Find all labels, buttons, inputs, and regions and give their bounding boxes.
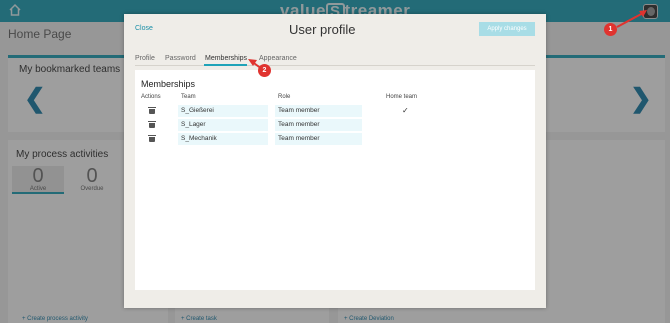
trash-icon[interactable]: [148, 135, 156, 142]
close-button[interactable]: Close: [135, 25, 153, 32]
team-cell: S_Gießerei: [178, 105, 268, 117]
apply-changes-button[interactable]: Apply changes: [479, 22, 535, 36]
trash-icon[interactable]: [148, 107, 156, 114]
table-row: S_Mechanik Team member: [135, 133, 535, 145]
memberships-title: Memberships: [141, 79, 196, 89]
tab-appearance[interactable]: Appearance: [259, 55, 297, 62]
column-header-role: Role: [278, 94, 291, 100]
user-profile-modal: Close User profile Apply changes Profile…: [124, 14, 546, 308]
home-team-check-icon[interactable]: ✓: [402, 105, 409, 117]
team-cell: S_Lager: [178, 119, 268, 131]
tab-memberships-label: Memberships: [205, 55, 248, 62]
column-header-actions: Actions: [141, 94, 161, 100]
profile-tabs: Profile Password Memberships Appearance: [135, 54, 535, 66]
column-header-home-team: Home team: [386, 94, 418, 100]
team-cell: S_Mechanik: [178, 133, 268, 145]
role-cell: Team member: [275, 133, 362, 145]
role-cell: Team member: [275, 105, 362, 117]
tab-memberships[interactable]: Memberships: [204, 55, 248, 66]
table-row: S_Gießerei Team member ✓: [135, 105, 535, 117]
role-cell: Team member: [275, 119, 362, 131]
modal-title: User profile: [289, 22, 356, 37]
trash-icon[interactable]: [148, 121, 156, 128]
tab-password[interactable]: Password: [165, 55, 196, 62]
annotation-marker-2: 2: [258, 64, 271, 77]
tab-profile[interactable]: Profile: [135, 55, 155, 62]
memberships-panel: Memberships Actions Team Role Home team …: [135, 70, 535, 290]
table-row: S_Lager Team member: [135, 119, 535, 131]
annotation-marker-1: 1: [604, 23, 617, 36]
active-tab-indicator: [204, 64, 247, 66]
column-header-team: Team: [181, 94, 196, 100]
